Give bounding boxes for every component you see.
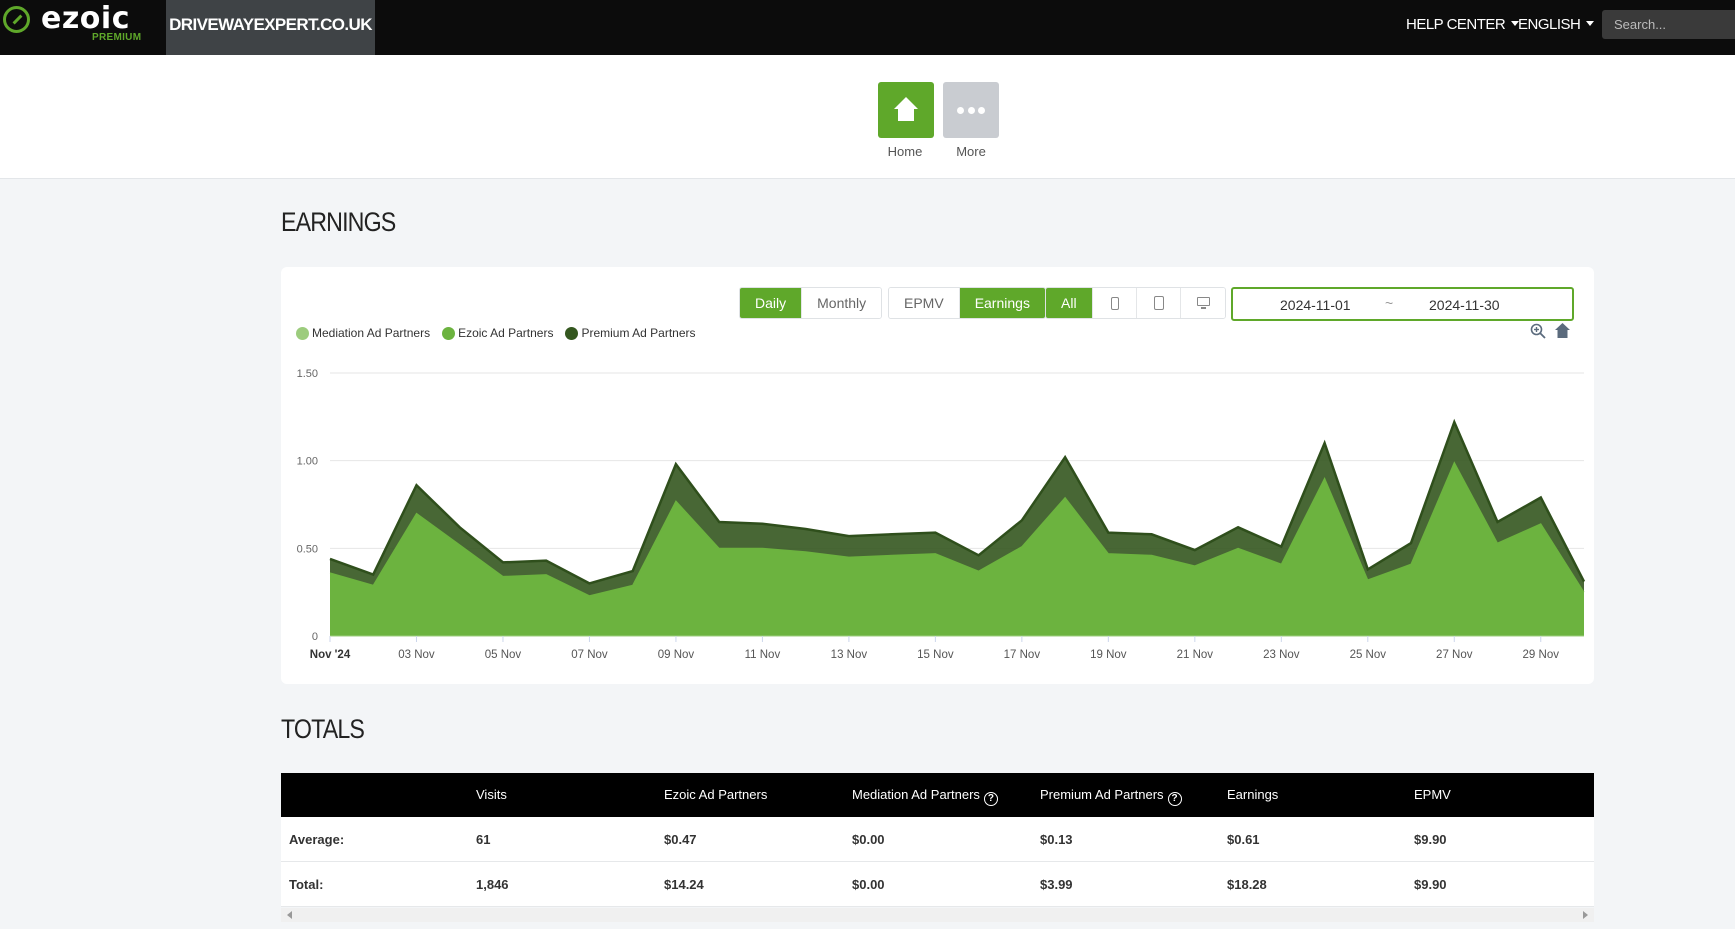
x-tick-label: 03 Nov: [398, 649, 435, 661]
table-row-total: Total: 1,846 $14.24 $0.00 $3.99 $18.28 $…: [281, 862, 1594, 907]
top-bar: ezoic PREMIUM DRIVEWAYEXPERT.CO.UK HELP …: [0, 0, 1735, 55]
x-tick-label: 15 Nov: [917, 649, 954, 661]
y-tick-label: 1.50: [297, 368, 318, 380]
cell-mediation: $0.00: [852, 877, 885, 892]
ezoic-logo[interactable]: ezoic PREMIUM: [0, 0, 166, 55]
x-tick-label: 27 Nov: [1436, 649, 1473, 661]
caret-down-icon: [1586, 21, 1595, 26]
more-dots-icon: [957, 107, 985, 114]
x-tick-label: 09 Nov: [658, 649, 695, 661]
col-visits: Visits: [476, 787, 507, 802]
earnings-title: EARNINGS: [281, 207, 396, 237]
cell-premium: $0.13: [1040, 832, 1073, 847]
cell-ezoic: $14.24: [664, 877, 704, 892]
help-icon[interactable]: ?: [1167, 792, 1182, 806]
x-tick-label: Nov '24: [310, 649, 351, 661]
more-label: More: [956, 144, 986, 159]
x-tick-label: 17 Nov: [1004, 649, 1041, 661]
cell-premium: $3.99: [1040, 877, 1073, 892]
x-tick-label: 23 Nov: [1263, 649, 1300, 661]
col-mediation-ad-partners: Mediation Ad Partners?: [852, 787, 998, 806]
logo-tier: PREMIUM: [92, 32, 142, 43]
site-selector[interactable]: DRIVEWAYEXPERT.CO.UK: [166, 0, 375, 55]
language-label: ENGLISH: [1518, 16, 1581, 33]
x-tick-label: 19 Nov: [1090, 649, 1127, 661]
cell-epmv: $9.90: [1414, 877, 1447, 892]
home-button[interactable]: [878, 82, 934, 138]
x-tick-label: 13 Nov: [831, 649, 868, 661]
totals-table: Visits Ezoic Ad Partners Mediation Ad Pa…: [281, 773, 1594, 907]
cell-mediation: $0.00: [852, 832, 885, 847]
y-tick-label: 0: [312, 631, 318, 643]
row-label: Average:: [289, 832, 345, 847]
col-label: Mediation Ad Partners: [852, 787, 980, 802]
scroll-right-icon[interactable]: [1583, 911, 1588, 919]
scroll-left-icon[interactable]: [287, 911, 292, 919]
app-nav: Home More: [0, 55, 1735, 179]
cell-ezoic: $0.47: [664, 832, 697, 847]
language-menu[interactable]: ENGLISH: [1518, 0, 1595, 55]
x-tick-label: 21 Nov: [1177, 649, 1214, 661]
earnings-area-chart: 0 0.50 1.00 1.50 Nov '24 03 Nov 05 Nov 07 Nov 09…: [297, 368, 1586, 661]
table-header: Visits Ezoic Ad Partners Mediation Ad Pa…: [281, 773, 1594, 817]
table-row-average: Average: 61 $0.47 $0.00 $0.13 $0.61 $9.9…: [281, 817, 1594, 862]
cell-visits: 1,846: [476, 877, 509, 892]
horizontal-scrollbar[interactable]: [281, 908, 1594, 922]
x-tick-label: 05 Nov: [485, 649, 522, 661]
search-input[interactable]: [1602, 10, 1735, 39]
home-icon: [894, 97, 918, 121]
col-earnings: Earnings: [1227, 787, 1279, 802]
x-tick-label: 25 Nov: [1350, 649, 1387, 661]
help-center-label: HELP CENTER: [1406, 16, 1506, 33]
col-label: Premium Ad Partners: [1040, 787, 1164, 802]
col-epmv: EPMV: [1414, 787, 1451, 802]
more-button[interactable]: [943, 82, 999, 138]
home-label: Home: [887, 144, 923, 159]
logo-wordmark: ezoic: [41, 1, 130, 36]
earnings-chart-card: Daily Monthly EPMV Earnings All 2024-11-…: [281, 267, 1594, 684]
cell-earnings: $18.28: [1227, 877, 1267, 892]
help-icon[interactable]: ?: [983, 792, 998, 806]
cell-earnings: $0.61: [1227, 832, 1260, 847]
col-ezoic-ad-partners: Ezoic Ad Partners: [664, 787, 768, 802]
col-premium-ad-partners: Premium Ad Partners?: [1040, 787, 1182, 806]
cell-epmv: $9.90: [1414, 832, 1447, 847]
row-label: Total:: [289, 877, 324, 892]
help-center-menu[interactable]: HELP CENTER: [1406, 0, 1520, 55]
totals-title: TOTALS: [281, 714, 365, 744]
y-tick-label: 1.00: [297, 456, 318, 468]
x-tick-label: 11 Nov: [745, 649, 781, 661]
ezoic-logo-mark: [3, 6, 30, 33]
cell-visits: 61: [476, 832, 491, 847]
y-tick-label: 0.50: [297, 543, 318, 555]
x-tick-label: 07 Nov: [571, 649, 608, 661]
x-tick-label: 29 Nov: [1523, 649, 1560, 661]
